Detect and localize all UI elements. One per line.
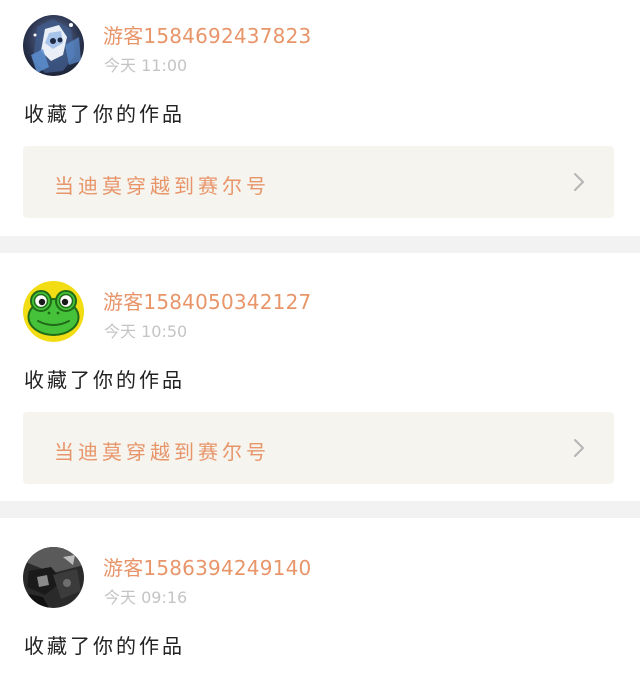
timestamp: 今天 11:00 xyxy=(104,56,188,75)
frog-avatar-icon xyxy=(23,281,84,342)
work-link-card[interactable]: 当迪莫穿越到赛尔号 xyxy=(23,412,614,484)
work-title: 当迪莫穿越到赛尔号 xyxy=(54,174,270,198)
dark-photo-avatar-icon xyxy=(23,547,84,608)
activity-text: 收藏了你的作品 xyxy=(24,634,185,658)
avatar[interactable] xyxy=(23,15,84,76)
notification-card: 游客1586394249140 今天 09:16 收藏了你的作品 xyxy=(0,518,640,672)
timestamp: 今天 10:50 xyxy=(104,322,188,341)
notification-card: 游客1584050342127 今天 10:50 收藏了你的作品 当迪莫穿越到赛… xyxy=(0,253,640,501)
section-divider xyxy=(0,236,640,253)
section-divider xyxy=(0,501,640,518)
avatar[interactable] xyxy=(23,547,84,608)
username[interactable]: 游客1584050342127 xyxy=(103,286,311,315)
chevron-right-icon xyxy=(574,439,584,457)
work-title: 当迪莫穿越到赛尔号 xyxy=(54,440,270,464)
timestamp: 今天 09:16 xyxy=(104,588,188,607)
activity-text: 收藏了你的作品 xyxy=(24,102,185,126)
username[interactable]: 游客1584692437823 xyxy=(103,20,311,49)
work-link-card[interactable]: 当迪莫穿越到赛尔号 xyxy=(23,146,614,218)
chevron-right-icon xyxy=(574,173,584,191)
avatar[interactable] xyxy=(23,281,84,342)
notification-feed: 游客1584692437823 今天 11:00 收藏了你的作品 当迪莫穿越到赛… xyxy=(0,0,640,672)
username[interactable]: 游客1586394249140 xyxy=(103,552,311,581)
activity-text: 收藏了你的作品 xyxy=(24,368,185,392)
anime-character-avatar-icon xyxy=(23,15,84,76)
notification-card: 游客1584692437823 今天 11:00 收藏了你的作品 当迪莫穿越到赛… xyxy=(0,0,640,236)
